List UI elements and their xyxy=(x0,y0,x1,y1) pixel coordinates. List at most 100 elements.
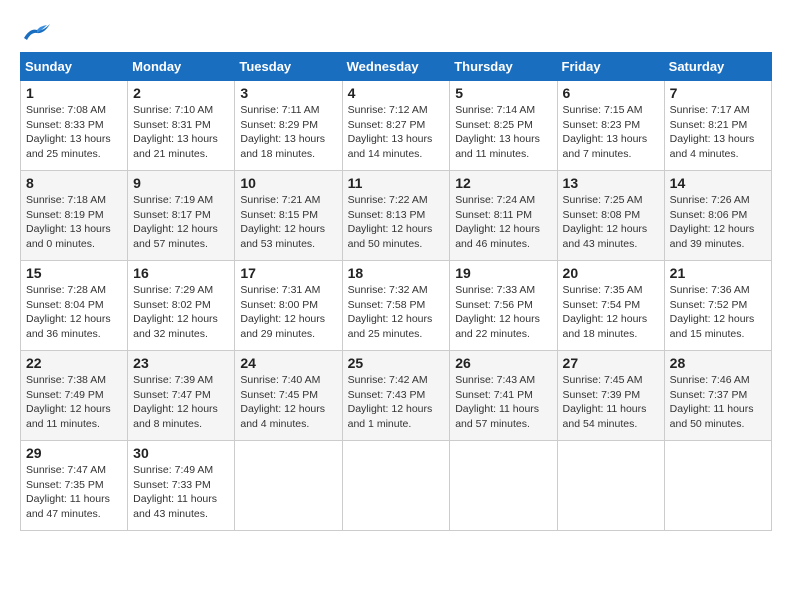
calendar-cell: 24 Sunrise: 7:40 AM Sunset: 7:45 PM Dayl… xyxy=(235,351,342,441)
day-number: 29 xyxy=(26,445,122,461)
calendar-cell: 3 Sunrise: 7:11 AM Sunset: 8:29 PM Dayli… xyxy=(235,81,342,171)
day-number: 6 xyxy=(563,85,659,101)
page-header xyxy=(20,20,772,42)
day-number: 10 xyxy=(240,175,336,191)
day-number: 26 xyxy=(455,355,551,371)
calendar-cell xyxy=(450,441,557,531)
day-info: Sunrise: 7:25 AM Sunset: 8:08 PM Dayligh… xyxy=(563,193,659,252)
day-info: Sunrise: 7:40 AM Sunset: 7:45 PM Dayligh… xyxy=(240,373,336,432)
calendar-cell: 5 Sunrise: 7:14 AM Sunset: 8:25 PM Dayli… xyxy=(450,81,557,171)
day-info: Sunrise: 7:15 AM Sunset: 8:23 PM Dayligh… xyxy=(563,103,659,162)
calendar-cell: 6 Sunrise: 7:15 AM Sunset: 8:23 PM Dayli… xyxy=(557,81,664,171)
calendar-cell: 11 Sunrise: 7:22 AM Sunset: 8:13 PM Dayl… xyxy=(342,171,450,261)
day-number: 5 xyxy=(455,85,551,101)
week-row-1: 1 Sunrise: 7:08 AM Sunset: 8:33 PM Dayli… xyxy=(21,81,772,171)
calendar-cell: 27 Sunrise: 7:45 AM Sunset: 7:39 PM Dayl… xyxy=(557,351,664,441)
day-number: 25 xyxy=(348,355,445,371)
day-info: Sunrise: 7:33 AM Sunset: 7:56 PM Dayligh… xyxy=(455,283,551,342)
day-info: Sunrise: 7:28 AM Sunset: 8:04 PM Dayligh… xyxy=(26,283,122,342)
day-info: Sunrise: 7:43 AM Sunset: 7:41 PM Dayligh… xyxy=(455,373,551,432)
week-row-4: 22 Sunrise: 7:38 AM Sunset: 7:49 PM Dayl… xyxy=(21,351,772,441)
calendar-cell: 12 Sunrise: 7:24 AM Sunset: 8:11 PM Dayl… xyxy=(450,171,557,261)
day-number: 14 xyxy=(670,175,766,191)
header-wednesday: Wednesday xyxy=(342,53,450,81)
day-number: 4 xyxy=(348,85,445,101)
day-info: Sunrise: 7:32 AM Sunset: 7:58 PM Dayligh… xyxy=(348,283,445,342)
day-number: 17 xyxy=(240,265,336,281)
day-info: Sunrise: 7:38 AM Sunset: 7:49 PM Dayligh… xyxy=(26,373,122,432)
calendar-cell: 8 Sunrise: 7:18 AM Sunset: 8:19 PM Dayli… xyxy=(21,171,128,261)
header-thursday: Thursday xyxy=(450,53,557,81)
day-info: Sunrise: 7:39 AM Sunset: 7:47 PM Dayligh… xyxy=(133,373,229,432)
calendar-cell: 26 Sunrise: 7:43 AM Sunset: 7:41 PM Dayl… xyxy=(450,351,557,441)
header-tuesday: Tuesday xyxy=(235,53,342,81)
calendar-cell: 30 Sunrise: 7:49 AM Sunset: 7:33 PM Dayl… xyxy=(128,441,235,531)
calendar-cell: 29 Sunrise: 7:47 AM Sunset: 7:35 PM Dayl… xyxy=(21,441,128,531)
day-info: Sunrise: 7:46 AM Sunset: 7:37 PM Dayligh… xyxy=(670,373,766,432)
day-number: 9 xyxy=(133,175,229,191)
day-info: Sunrise: 7:08 AM Sunset: 8:33 PM Dayligh… xyxy=(26,103,122,162)
calendar-cell: 17 Sunrise: 7:31 AM Sunset: 8:00 PM Dayl… xyxy=(235,261,342,351)
day-number: 1 xyxy=(26,85,122,101)
week-row-5: 29 Sunrise: 7:47 AM Sunset: 7:35 PM Dayl… xyxy=(21,441,772,531)
header-sunday: Sunday xyxy=(21,53,128,81)
calendar-cell: 2 Sunrise: 7:10 AM Sunset: 8:31 PM Dayli… xyxy=(128,81,235,171)
week-row-2: 8 Sunrise: 7:18 AM Sunset: 8:19 PM Dayli… xyxy=(21,171,772,261)
calendar-cell: 20 Sunrise: 7:35 AM Sunset: 7:54 PM Dayl… xyxy=(557,261,664,351)
day-info: Sunrise: 7:21 AM Sunset: 8:15 PM Dayligh… xyxy=(240,193,336,252)
calendar-cell: 14 Sunrise: 7:26 AM Sunset: 8:06 PM Dayl… xyxy=(664,171,771,261)
calendar-cell xyxy=(557,441,664,531)
day-number: 12 xyxy=(455,175,551,191)
calendar-cell xyxy=(235,441,342,531)
header-friday: Friday xyxy=(557,53,664,81)
day-info: Sunrise: 7:11 AM Sunset: 8:29 PM Dayligh… xyxy=(240,103,336,162)
day-info: Sunrise: 7:49 AM Sunset: 7:33 PM Dayligh… xyxy=(133,463,229,522)
day-number: 16 xyxy=(133,265,229,281)
day-info: Sunrise: 7:29 AM Sunset: 8:02 PM Dayligh… xyxy=(133,283,229,342)
day-info: Sunrise: 7:22 AM Sunset: 8:13 PM Dayligh… xyxy=(348,193,445,252)
day-info: Sunrise: 7:18 AM Sunset: 8:19 PM Dayligh… xyxy=(26,193,122,252)
day-number: 28 xyxy=(670,355,766,371)
week-row-3: 15 Sunrise: 7:28 AM Sunset: 8:04 PM Dayl… xyxy=(21,261,772,351)
calendar-cell: 18 Sunrise: 7:32 AM Sunset: 7:58 PM Dayl… xyxy=(342,261,450,351)
calendar-cell: 23 Sunrise: 7:39 AM Sunset: 7:47 PM Dayl… xyxy=(128,351,235,441)
calendar-cell: 9 Sunrise: 7:19 AM Sunset: 8:17 PM Dayli… xyxy=(128,171,235,261)
day-number: 24 xyxy=(240,355,336,371)
day-number: 21 xyxy=(670,265,766,281)
day-number: 13 xyxy=(563,175,659,191)
day-number: 18 xyxy=(348,265,445,281)
calendar-cell: 15 Sunrise: 7:28 AM Sunset: 8:04 PM Dayl… xyxy=(21,261,128,351)
day-number: 2 xyxy=(133,85,229,101)
day-number: 23 xyxy=(133,355,229,371)
calendar-cell: 16 Sunrise: 7:29 AM Sunset: 8:02 PM Dayl… xyxy=(128,261,235,351)
header-saturday: Saturday xyxy=(664,53,771,81)
day-info: Sunrise: 7:36 AM Sunset: 7:52 PM Dayligh… xyxy=(670,283,766,342)
day-info: Sunrise: 7:26 AM Sunset: 8:06 PM Dayligh… xyxy=(670,193,766,252)
day-info: Sunrise: 7:19 AM Sunset: 8:17 PM Dayligh… xyxy=(133,193,229,252)
calendar-cell xyxy=(664,441,771,531)
day-number: 30 xyxy=(133,445,229,461)
day-info: Sunrise: 7:12 AM Sunset: 8:27 PM Dayligh… xyxy=(348,103,445,162)
day-info: Sunrise: 7:24 AM Sunset: 8:11 PM Dayligh… xyxy=(455,193,551,252)
day-info: Sunrise: 7:42 AM Sunset: 7:43 PM Dayligh… xyxy=(348,373,445,432)
calendar-cell: 22 Sunrise: 7:38 AM Sunset: 7:49 PM Dayl… xyxy=(21,351,128,441)
logo-bird-icon xyxy=(22,20,52,42)
day-info: Sunrise: 7:47 AM Sunset: 7:35 PM Dayligh… xyxy=(26,463,122,522)
calendar-table: SundayMondayTuesdayWednesdayThursdayFrid… xyxy=(20,52,772,531)
calendar-cell: 25 Sunrise: 7:42 AM Sunset: 7:43 PM Dayl… xyxy=(342,351,450,441)
day-number: 27 xyxy=(563,355,659,371)
calendar-cell: 4 Sunrise: 7:12 AM Sunset: 8:27 PM Dayli… xyxy=(342,81,450,171)
day-info: Sunrise: 7:31 AM Sunset: 8:00 PM Dayligh… xyxy=(240,283,336,342)
header-monday: Monday xyxy=(128,53,235,81)
day-number: 3 xyxy=(240,85,336,101)
day-number: 19 xyxy=(455,265,551,281)
calendar-cell: 10 Sunrise: 7:21 AM Sunset: 8:15 PM Dayl… xyxy=(235,171,342,261)
days-header-row: SundayMondayTuesdayWednesdayThursdayFrid… xyxy=(21,53,772,81)
day-info: Sunrise: 7:14 AM Sunset: 8:25 PM Dayligh… xyxy=(455,103,551,162)
calendar-cell: 1 Sunrise: 7:08 AM Sunset: 8:33 PM Dayli… xyxy=(21,81,128,171)
day-number: 22 xyxy=(26,355,122,371)
day-info: Sunrise: 7:17 AM Sunset: 8:21 PM Dayligh… xyxy=(670,103,766,162)
day-number: 20 xyxy=(563,265,659,281)
calendar-cell: 28 Sunrise: 7:46 AM Sunset: 7:37 PM Dayl… xyxy=(664,351,771,441)
day-info: Sunrise: 7:35 AM Sunset: 7:54 PM Dayligh… xyxy=(563,283,659,342)
